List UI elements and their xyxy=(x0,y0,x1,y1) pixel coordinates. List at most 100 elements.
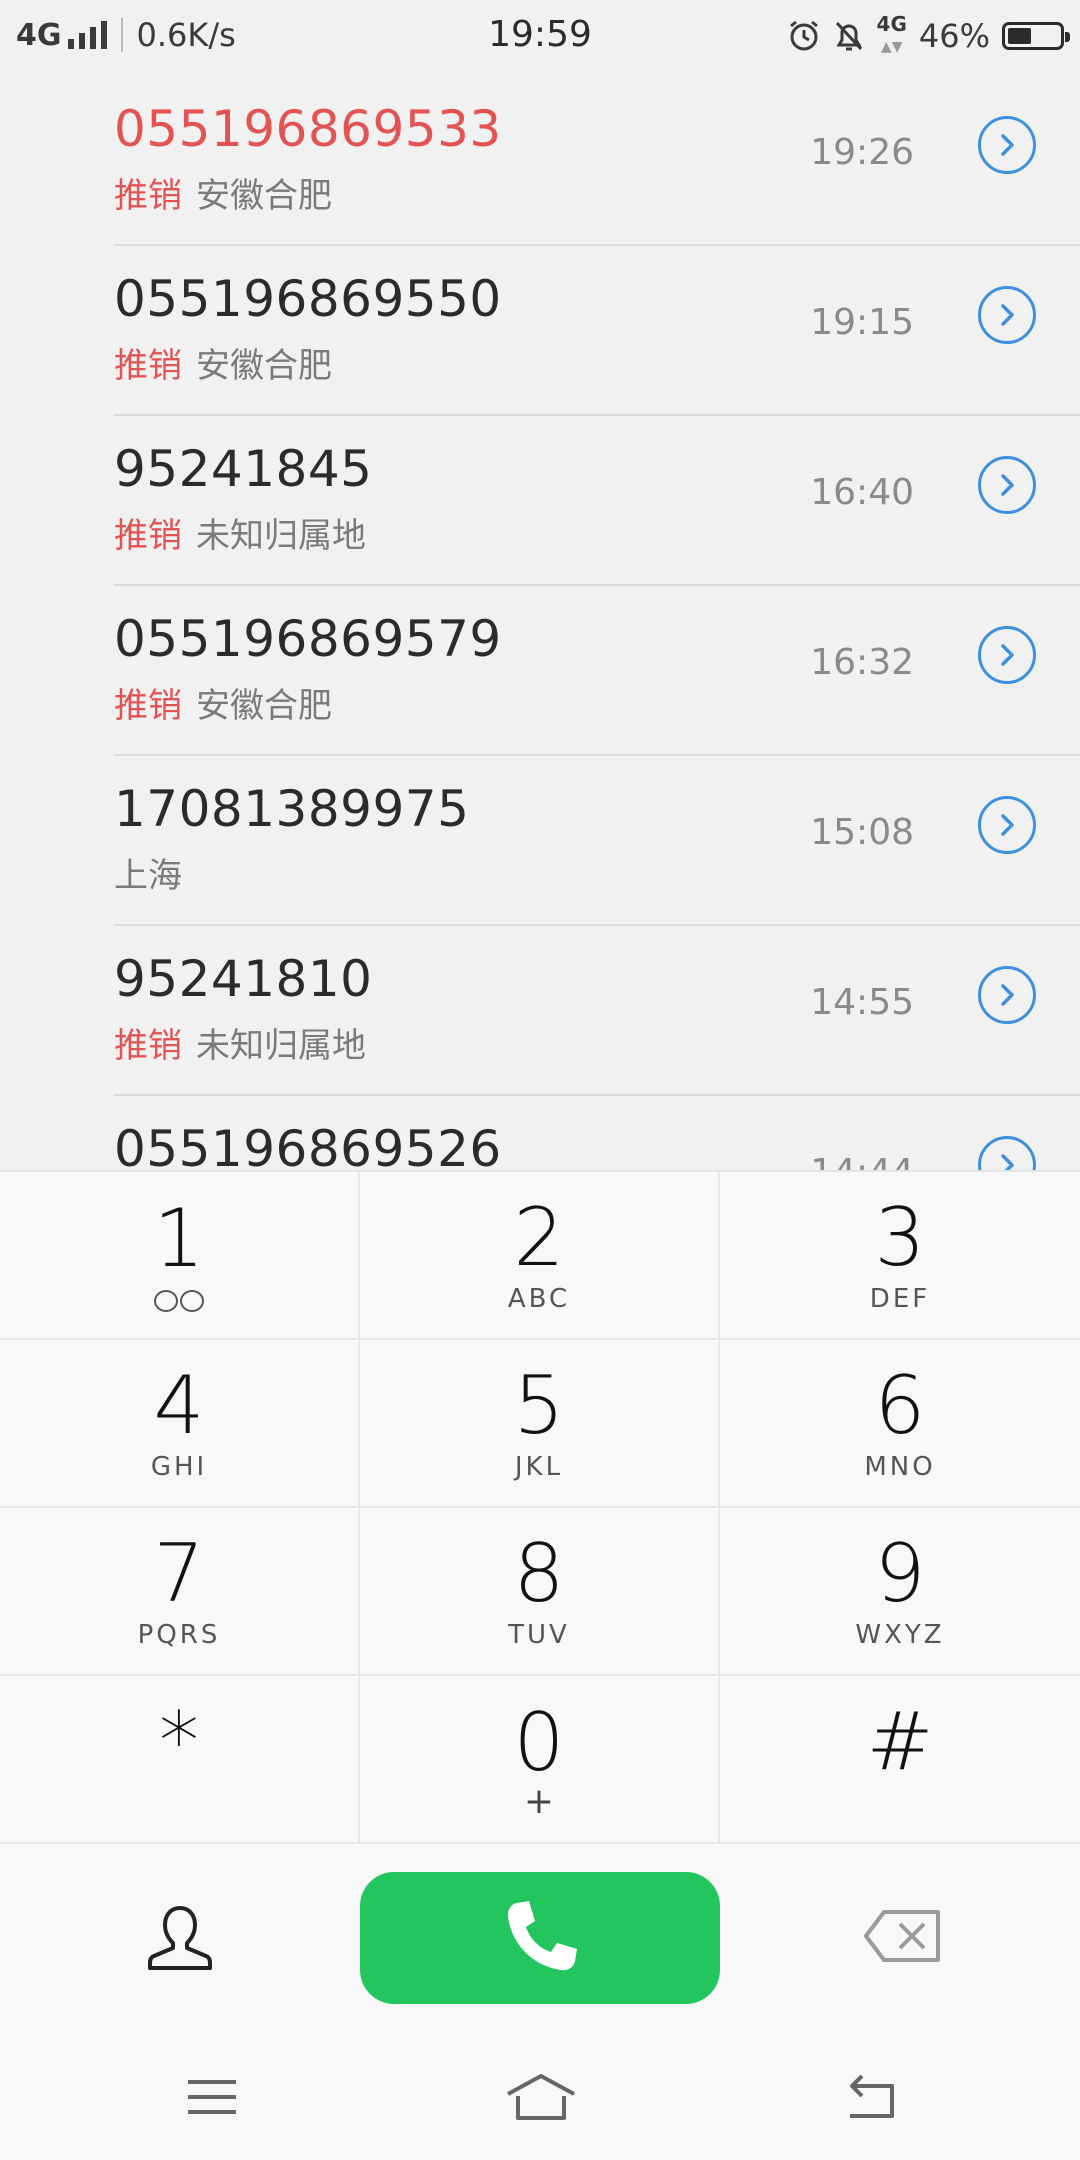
key-letters: MNO xyxy=(864,1452,936,1482)
key-hash[interactable]: # xyxy=(720,1676,1080,1844)
secondary-network: 4G ▲▼ xyxy=(877,14,907,57)
voicemail-icon xyxy=(154,1289,204,1313)
person-icon xyxy=(148,1906,212,1970)
call-info-button[interactable] xyxy=(978,966,1036,1024)
call-details: 推销 未知归属地 xyxy=(114,508,366,557)
call-log-item[interactable]: 17081389975 上海 15:08 xyxy=(0,756,1080,926)
call-info-button[interactable] xyxy=(978,116,1036,174)
call-location: 安徽合肥 xyxy=(196,176,332,216)
call-button[interactable] xyxy=(360,1872,720,2004)
key-letters: TUV xyxy=(508,1620,570,1650)
nav-back-button[interactable] xyxy=(840,2072,900,2122)
chevron-right-icon xyxy=(1001,644,1014,666)
chevron-right-icon xyxy=(1001,814,1014,836)
backspace-icon xyxy=(864,1910,940,1962)
call-tag: 推销 xyxy=(114,1026,182,1066)
call-info-button[interactable] xyxy=(978,796,1036,854)
call-number: 055196869550 xyxy=(114,270,502,328)
call-time: 19:26 xyxy=(810,132,914,173)
call-tag: 推销 xyxy=(114,686,182,726)
key-4[interactable]: 4 GHI xyxy=(0,1340,360,1508)
key-2[interactable]: 2 ABC xyxy=(360,1172,720,1340)
key-5[interactable]: 5 JKL xyxy=(360,1340,720,1508)
key-letters: JKL xyxy=(514,1452,564,1482)
call-log-item[interactable]: 055196869550 推销 安徽合肥 19:15 xyxy=(0,246,1080,416)
call-tag: 推销 xyxy=(114,176,182,216)
call-location: 未知归属地 xyxy=(196,516,366,556)
dial-keypad: 1 2 ABC 3 DEF 4 GHI 5 JKL 6 MNO 7 PQRS 8 TUV 9 WXYZ * 0 + # xyxy=(0,1170,1080,1844)
key-star[interactable]: * xyxy=(0,1676,360,1844)
call-log-item[interactable]: 95241845 推销 未知归属地 16:40 xyxy=(0,416,1080,586)
key-digit: 2 xyxy=(513,1191,565,1284)
call-time: 19:15 xyxy=(810,302,914,343)
key-digit: * xyxy=(159,1695,199,1788)
key-letters: ABC xyxy=(507,1284,571,1314)
chevron-right-icon xyxy=(1001,1154,1014,1170)
call-log-item[interactable]: 055196869533 推销 安徽合肥 19:26 xyxy=(0,76,1080,246)
call-details: 上海 xyxy=(114,848,182,897)
call-info-button[interactable] xyxy=(978,626,1036,684)
key-digit: 6 xyxy=(874,1359,926,1452)
call-time: 16:32 xyxy=(810,642,914,683)
key-3[interactable]: 3 DEF xyxy=(720,1172,1080,1340)
key-letters: DEF xyxy=(869,1284,931,1314)
call-log-item[interactable]: 055196869526 14:44 xyxy=(0,1096,1080,1170)
call-number: 055196869579 xyxy=(114,610,502,668)
key-digit: 3 xyxy=(874,1191,926,1284)
key-0[interactable]: 0 + xyxy=(360,1676,720,1844)
key-digit: 5 xyxy=(513,1359,565,1452)
key-7[interactable]: 7 PQRS xyxy=(0,1508,360,1676)
chevron-right-icon xyxy=(1001,304,1014,326)
key-8[interactable]: 8 TUV xyxy=(360,1508,720,1676)
call-location: 未知归属地 xyxy=(196,1026,366,1066)
chevron-right-icon xyxy=(1001,474,1014,496)
key-digit: 9 xyxy=(874,1527,926,1620)
call-number: 055196869526 xyxy=(114,1120,502,1170)
status-bar: 4G 0.6K/s 19:59 4G ▲▼ 46% xyxy=(0,0,1080,76)
call-location: 上海 xyxy=(114,856,182,896)
call-time: 16:40 xyxy=(810,472,914,513)
call-number: 17081389975 xyxy=(114,780,470,838)
nav-menu-button[interactable] xyxy=(182,2072,242,2122)
call-tag: 推销 xyxy=(114,516,182,556)
call-details: 推销 安徽合肥 xyxy=(114,168,332,217)
call-info-button[interactable] xyxy=(978,286,1036,344)
chevron-right-icon xyxy=(1001,134,1014,156)
key-1[interactable]: 1 xyxy=(0,1172,360,1340)
menu-icon xyxy=(188,2080,236,2114)
phone-icon xyxy=(507,1901,577,1971)
call-info-button[interactable] xyxy=(978,456,1036,514)
key-letters: WXYZ xyxy=(855,1620,945,1650)
call-tag: 推销 xyxy=(114,346,182,386)
key-letters: PQRS xyxy=(137,1620,221,1650)
call-number: 95241845 xyxy=(114,440,373,498)
call-time: 14:44 xyxy=(810,1152,914,1170)
call-details: 推销 安徽合肥 xyxy=(114,678,332,727)
key-digit: # xyxy=(866,1695,934,1788)
call-location: 安徽合肥 xyxy=(196,346,332,386)
key-digit: 4 xyxy=(153,1359,205,1452)
call-location: 安徽合肥 xyxy=(196,686,332,726)
call-log-list[interactable]: 055196869533 推销 安徽合肥 19:26 055196869550 推销 安徽合… xyxy=(0,76,1080,1170)
contacts-button[interactable] xyxy=(140,1898,220,1978)
battery-icon xyxy=(1002,21,1070,50)
key-digit: 1 xyxy=(153,1192,205,1285)
back-icon xyxy=(850,2074,894,2118)
key-digit: 0 xyxy=(513,1696,565,1789)
call-number: 055196869533 xyxy=(114,100,502,158)
backspace-button[interactable] xyxy=(862,1908,942,1964)
key-9[interactable]: 9 WXYZ xyxy=(720,1508,1080,1676)
call-log-item[interactable]: 95241810 推销 未知归属地 14:55 xyxy=(0,926,1080,1096)
call-log-item[interactable]: 055196869579 推销 安徽合肥 16:32 xyxy=(0,586,1080,756)
data-arrows-icon: ▲▼ xyxy=(880,39,903,55)
secondary-network-label: 4G xyxy=(876,12,907,36)
key-6[interactable]: 6 MNO xyxy=(720,1340,1080,1508)
battery-percent: 46% xyxy=(918,16,990,55)
call-info-button[interactable] xyxy=(978,1136,1036,1170)
call-details: 推销 未知归属地 xyxy=(114,1018,366,1067)
chevron-right-icon xyxy=(1001,984,1014,1006)
call-number: 95241810 xyxy=(114,950,373,1008)
dialer-action-bar xyxy=(0,1844,1080,2034)
nav-home-button[interactable] xyxy=(504,2072,578,2122)
key-letters: GHI xyxy=(150,1452,208,1482)
